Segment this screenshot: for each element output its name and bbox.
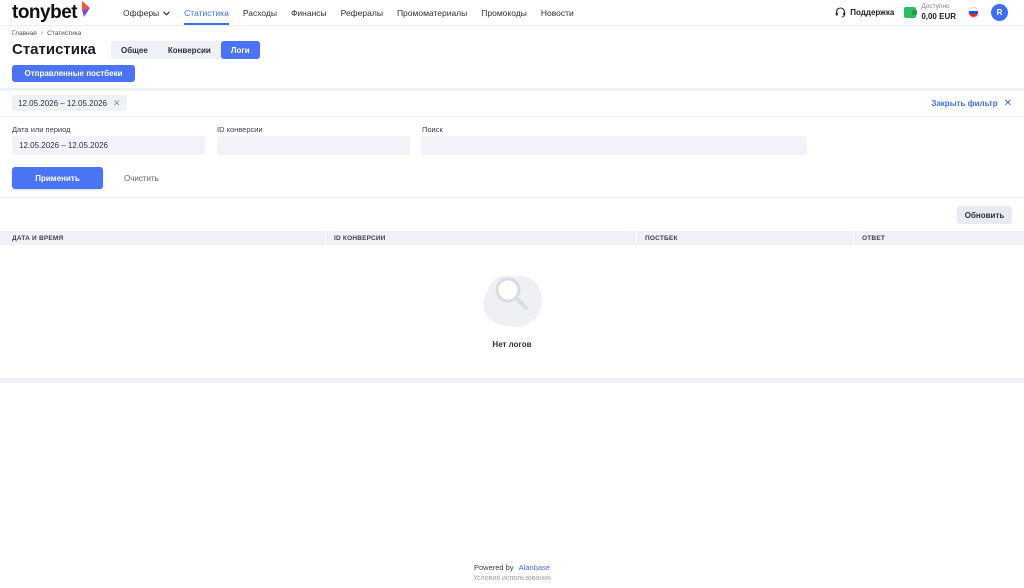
sent-postbacks-button[interactable]: Отправленные постбеки bbox=[12, 65, 135, 82]
table-bottom-divider bbox=[0, 378, 1024, 383]
balance-label: Доступно bbox=[921, 3, 950, 11]
close-icon: ✕ bbox=[1003, 98, 1012, 109]
brand-name: tonybet bbox=[12, 2, 78, 23]
column-header-response[interactable]: ОТВЕТ bbox=[854, 231, 1024, 245]
alanbase-link[interactable]: Alanbase bbox=[519, 563, 550, 572]
chevron-down-icon bbox=[163, 8, 171, 18]
brand-logo[interactable]: tonybet bbox=[12, 0, 91, 24]
wallet-icon bbox=[904, 7, 918, 18]
column-header-datetime[interactable]: ДАТА И ВРЕМЯ bbox=[0, 231, 326, 245]
chevron-right-icon: › bbox=[40, 30, 44, 37]
close-icon[interactable]: ✕ bbox=[113, 98, 121, 109]
close-filter-label: Закрыть фильтр bbox=[931, 99, 998, 108]
column-header-conversion-id[interactable]: ID КОНВЕРСИИ bbox=[326, 231, 637, 245]
terms-link[interactable]: Условия использования bbox=[0, 575, 1024, 582]
balance-value: 0,00 EUR bbox=[921, 11, 956, 21]
section-divider bbox=[0, 88, 1024, 91]
date-period-field[interactable]: 12.05.2026 – 12.05.2026 bbox=[12, 136, 205, 155]
brand-mark-icon bbox=[79, 0, 91, 22]
header-divider bbox=[0, 25, 1024, 26]
date-period-label: Дата или период bbox=[12, 125, 71, 134]
page-title: Статистика bbox=[12, 41, 96, 58]
breadcrumb: Главная › Статистика bbox=[12, 30, 81, 37]
search-magnifier-icon bbox=[478, 268, 546, 335]
breadcrumb-home[interactable]: Главная bbox=[12, 30, 37, 37]
refresh-button[interactable]: Обновить bbox=[957, 206, 1012, 224]
nav-item-referrals[interactable]: Рефералы bbox=[341, 0, 383, 25]
headset-icon bbox=[836, 7, 846, 18]
nav-item-promo-materials[interactable]: Промоматериалы bbox=[397, 0, 467, 25]
logs-table-header: ДАТА И ВРЕМЯ ID КОНВЕРСИИ ПОСТБЕК ОТВЕТ bbox=[0, 231, 1024, 245]
support-link[interactable]: Поддержка bbox=[835, 7, 894, 18]
tab-logs[interactable]: Логи bbox=[220, 41, 260, 59]
top-navbar: tonybet Офферы Статистика Расходы Финанс… bbox=[0, 0, 1024, 25]
main-nav: Офферы Статистика Расходы Финансы Рефера… bbox=[123, 0, 588, 25]
search-input[interactable] bbox=[421, 136, 807, 155]
search-label: Поиск bbox=[422, 125, 443, 134]
nav-item-label: Офферы bbox=[123, 7, 160, 18]
breadcrumb-current: Статистика bbox=[47, 30, 82, 37]
tab-conversions[interactable]: Конверсии bbox=[158, 41, 221, 59]
tab-general[interactable]: Общее bbox=[111, 41, 158, 59]
nav-item-finances[interactable]: Финансы bbox=[291, 0, 327, 25]
balance-widget[interactable]: Доступно 0,00 EUR bbox=[904, 4, 956, 21]
powered-by-label: Powered by bbox=[474, 563, 514, 572]
filter-divider bbox=[0, 116, 1024, 117]
conversion-id-label: ID конверсии bbox=[217, 125, 263, 134]
nav-item-offers[interactable]: Офферы bbox=[123, 0, 171, 25]
nav-item-news[interactable]: Новости bbox=[541, 0, 574, 25]
column-header-postback[interactable]: ПОСТБЕК bbox=[637, 231, 854, 245]
nav-item-expenses[interactable]: Расходы bbox=[243, 0, 277, 25]
header-right: Поддержка Доступно 0,00 EUR R bbox=[835, 0, 1008, 25]
conversion-id-field[interactable] bbox=[217, 136, 410, 155]
form-divider bbox=[0, 197, 1024, 198]
powered-by: Powered by Alanbase bbox=[0, 563, 1024, 572]
nav-item-statistics[interactable]: Статистика bbox=[184, 0, 229, 25]
stats-tabs: Общее Конверсии Логи bbox=[111, 41, 260, 59]
filter-chip-label: 12.05.2026 – 12.05.2026 bbox=[18, 98, 107, 108]
support-label: Поддержка bbox=[850, 8, 895, 17]
close-filter-button[interactable]: Закрыть фильтр ✕ bbox=[931, 98, 1012, 109]
empty-state-text: Нет логов bbox=[492, 340, 532, 349]
nav-item-promocodes[interactable]: Промокоды bbox=[481, 0, 527, 25]
clear-button[interactable]: Очистить bbox=[124, 174, 159, 183]
apply-button[interactable]: Применить bbox=[12, 167, 103, 189]
language-flag-icon[interactable] bbox=[968, 7, 979, 18]
active-filter-chip: 12.05.2026 – 12.05.2026 ✕ bbox=[12, 95, 127, 111]
user-avatar[interactable]: R bbox=[991, 4, 1008, 21]
